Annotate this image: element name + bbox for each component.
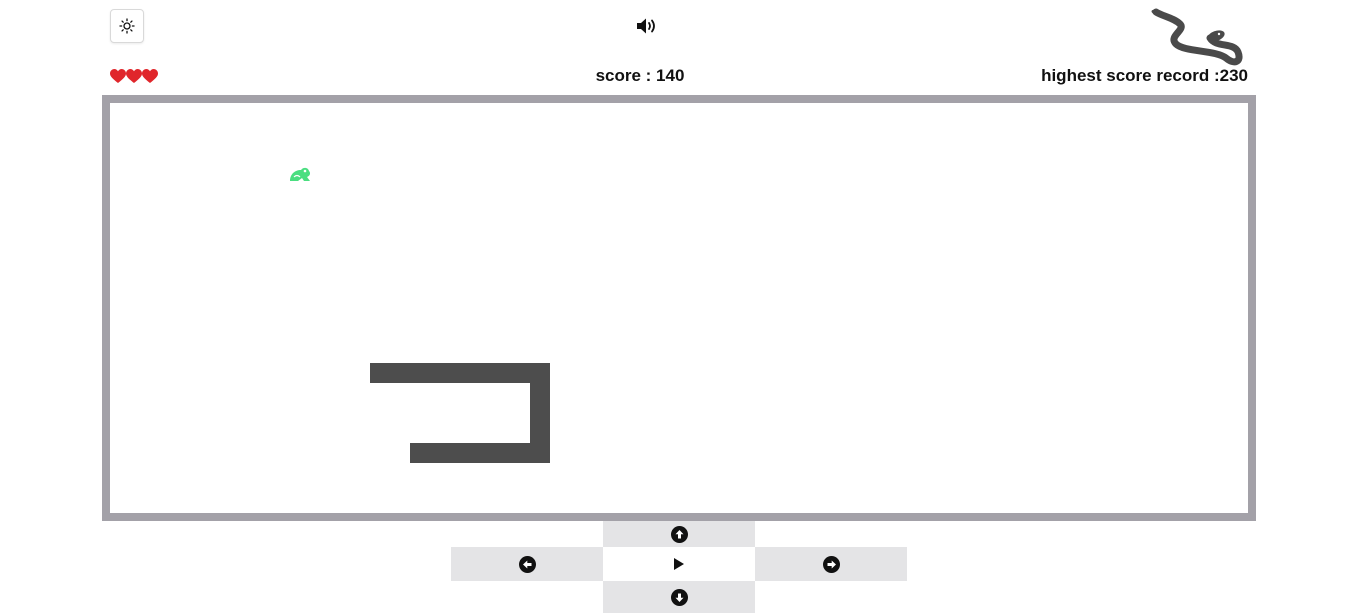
frog-icon (290, 167, 311, 181)
play-button[interactable] (603, 547, 755, 581)
move-right-button[interactable] (755, 547, 907, 581)
game-board[interactable] (102, 95, 1256, 521)
arrow-left-circle-icon (518, 555, 536, 573)
theme-toggle-button[interactable] (110, 9, 144, 43)
sun-icon (119, 18, 135, 34)
arrow-down-circle-icon (670, 588, 688, 606)
move-down-button[interactable] (603, 581, 755, 613)
game-canvas (290, 167, 550, 463)
move-up-button[interactable] (603, 521, 755, 547)
arrow-up-circle-icon (670, 525, 688, 543)
highest-score-label: highest score record :230 (1041, 66, 1248, 85)
heart-icon (110, 69, 126, 83)
snake-logo (1150, 8, 1245, 70)
arrow-right-circle-icon (822, 555, 840, 573)
play-icon (674, 558, 684, 570)
score-label: score : 140 (595, 66, 685, 85)
heart-icon (126, 69, 142, 83)
snake-game-page: score : 140 highest score record :230 (0, 0, 1359, 613)
snake (370, 363, 550, 463)
move-left-button[interactable] (451, 547, 603, 581)
lives-indicator (110, 69, 158, 85)
snake-segment-top (370, 363, 550, 383)
sound-toggle-button[interactable] (635, 15, 659, 37)
volume-icon (637, 18, 655, 34)
snake-segment-bottom (410, 443, 550, 463)
heart-icon (142, 69, 158, 83)
